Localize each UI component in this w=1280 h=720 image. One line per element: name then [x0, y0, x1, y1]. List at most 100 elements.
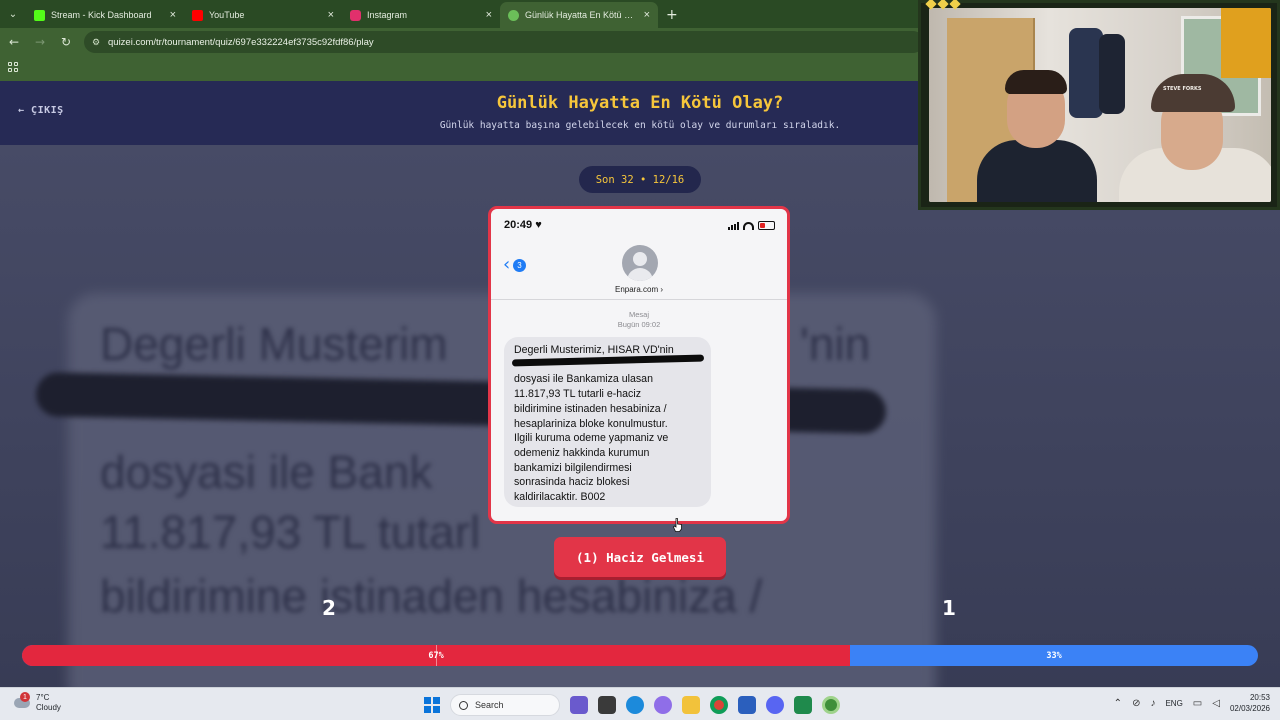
round-indicator: Son 32 • 12/16: [579, 166, 701, 193]
blurred-text-line: bildirimine istinaden hesabiniza /: [100, 570, 763, 622]
microphone-icon[interactable]: ♪: [1150, 698, 1155, 709]
copilot-icon[interactable]: [654, 696, 672, 714]
phone-time: 20:49 ♥: [504, 219, 542, 231]
right-score: 1: [942, 596, 956, 620]
chevron-up-icon[interactable]: ⌃: [1114, 698, 1122, 709]
vote-bar-left: 67%: [22, 645, 851, 666]
chrome-canary-icon[interactable]: [822, 696, 840, 714]
sms-line: 11.817,93 TL tutarli e-haciz: [514, 388, 642, 401]
sender-name: Enpara.com ›: [614, 285, 664, 294]
wifi-icon: [743, 221, 754, 230]
reload-icon[interactable]: ↻: [54, 35, 78, 49]
apps-grid-icon[interactable]: [8, 62, 18, 72]
sms-line: bankamizi bilgilendirmesi: [514, 461, 632, 474]
unread-count-badge: 3: [513, 259, 526, 272]
tab-title: YouTube: [209, 10, 245, 20]
system-tray: ⌃ ⊘ ♪ ENG ▭ ◁ 20:53 02/03/2026: [1114, 692, 1270, 714]
taskbar-search[interactable]: Search: [450, 694, 560, 716]
vote-bar-right: 33%: [850, 645, 1258, 666]
file-explorer-icon[interactable]: [598, 696, 616, 714]
streamer-left: [977, 68, 1097, 202]
windows-taskbar: 7°C Cloudy 1 Search ⌃ ⊘ ♪ ENG ▭ ◁ 20:53 …: [0, 687, 1280, 720]
exit-button[interactable]: ← ÇIKIŞ: [18, 105, 64, 116]
blurred-text-line: 'nin: [800, 318, 871, 370]
sms-line: hesaplariniza bloke konulmustur.: [514, 417, 668, 430]
left-score: 2: [322, 596, 336, 620]
tab-quiz[interactable]: Günlük Hayatta En Kötü Olay? ×: [500, 2, 658, 28]
message-meta: Mesaj Bugün 09:02: [617, 310, 661, 329]
signal-icon: [728, 221, 739, 230]
store-icon[interactable]: [738, 696, 756, 714]
sms-line: odemeniz hakkinda kurumun: [514, 446, 650, 459]
search-icon: [459, 700, 468, 710]
battery-icon: [758, 221, 775, 230]
weather-condition: Cloudy: [36, 703, 61, 712]
back-arrow-icon[interactable]: ←: [2, 35, 26, 49]
left-percent: 67%: [428, 650, 444, 661]
blurred-text-line: Degerli Musterim: [100, 318, 448, 370]
temperature: 7°C: [36, 693, 50, 702]
quizei-favicon-icon: [508, 9, 519, 21]
chrome-icon[interactable]: [710, 696, 728, 714]
windows-start-icon[interactable]: [424, 697, 440, 713]
contact-avatar-icon: [622, 245, 658, 281]
chevron-left-icon: ‹: [503, 254, 511, 275]
header-divider: [491, 299, 787, 300]
url-text: quizei.com/tr/tournament/quiz/697e332224…: [108, 36, 374, 48]
youtube-favicon-icon: [192, 9, 203, 21]
sms-line: sonrasinda haciz blokesi: [514, 476, 630, 489]
webcam-feed: STEVE FORKS: [929, 8, 1271, 202]
tab-title: Stream - Kick Dashboard: [51, 10, 152, 20]
phone-status-icons: [728, 221, 775, 230]
streamer-right: STEVE FORKS: [1119, 70, 1271, 202]
weather-notification-badge: 1: [20, 692, 30, 702]
display-icon[interactable]: ▭: [1193, 698, 1202, 709]
app-icon[interactable]: [794, 696, 812, 714]
clock[interactable]: 20:53 02/03/2026: [1230, 692, 1270, 714]
sms-line: bildirimine istinaden hesabiniza /: [514, 402, 667, 415]
tab-close-icon[interactable]: ×: [644, 9, 650, 21]
screen: ⌄ Stream - Kick Dashboard × YouTube × In…: [0, 0, 1280, 720]
webcam-overlay: STEVE FORKS: [918, 0, 1280, 210]
edge-icon[interactable]: [626, 696, 644, 714]
tab-youtube[interactable]: YouTube ×: [184, 2, 342, 28]
address-bar[interactable]: ⚙ quizei.com/tr/tournament/quiz/697e3322…: [84, 31, 924, 53]
taskbar-apps: Search: [424, 693, 840, 717]
hand-cursor-icon: [673, 518, 682, 532]
site-info-icon[interactable]: ⚙: [92, 37, 102, 47]
vote-bar: 67% 33%: [22, 645, 1258, 666]
tab-search-menu-icon[interactable]: ⌄: [0, 0, 26, 28]
quiz-title: Günlük Hayatta En Kötü Olay?: [496, 93, 784, 113]
kick-favicon-icon: [34, 9, 45, 21]
tab-instagram[interactable]: Instagram ×: [342, 2, 500, 28]
volume-icon[interactable]: ◁: [1212, 698, 1220, 709]
arrow-left-icon: ←: [18, 105, 32, 116]
tab-close-icon[interactable]: ×: [486, 9, 492, 21]
discord-icon[interactable]: [766, 696, 784, 714]
sms-line: kaldirilacaktir. B002: [514, 491, 606, 504]
forward-arrow-icon[interactable]: →: [28, 35, 52, 49]
hat-text: STEVE FORKS: [1163, 86, 1202, 92]
new-tab-button[interactable]: +: [666, 2, 678, 28]
tab-kick-dashboard[interactable]: Stream - Kick Dashboard ×: [26, 2, 184, 28]
folder-icon[interactable]: [682, 696, 700, 714]
option-card[interactable]: 20:49 ♥ ‹ 3 Enpara.com › Mesaj Bugün 09:…: [488, 206, 790, 524]
tab-close-icon[interactable]: ×: [170, 9, 176, 21]
widgets-icon[interactable]: [570, 696, 588, 714]
tab-title: Instagram: [367, 10, 408, 20]
language-indicator[interactable]: ENG: [1165, 699, 1182, 708]
blurred-text-line: 11.817,93 TL tutarl: [100, 506, 481, 558]
sms-line: dosyasi ile Bankamiza ulasan: [514, 373, 653, 386]
tab-title: Günlük Hayatta En Kötü Olay?: [525, 10, 638, 20]
quiz-subtitle: Günlük hayatta başına gelebilecek en köt…: [439, 120, 841, 131]
sms-line: Ilgili kuruma odeme yapmaniz ve: [514, 432, 669, 445]
decorative-stars-icon: [925, 0, 961, 10]
blurred-text-line: dosyasi ile Bank: [100, 446, 433, 498]
sms-bubble: Degerli Musterimiz, HISAR VD'nin dosyasi…: [504, 337, 711, 507]
answer-button[interactable]: (1) Haciz Gelmesi: [554, 537, 726, 577]
network-off-icon[interactable]: ⊘: [1132, 698, 1140, 709]
instagram-favicon-icon: [350, 9, 361, 21]
wall-flag: [1221, 8, 1271, 78]
right-percent: 33%: [1046, 650, 1062, 661]
tab-close-icon[interactable]: ×: [328, 9, 334, 21]
